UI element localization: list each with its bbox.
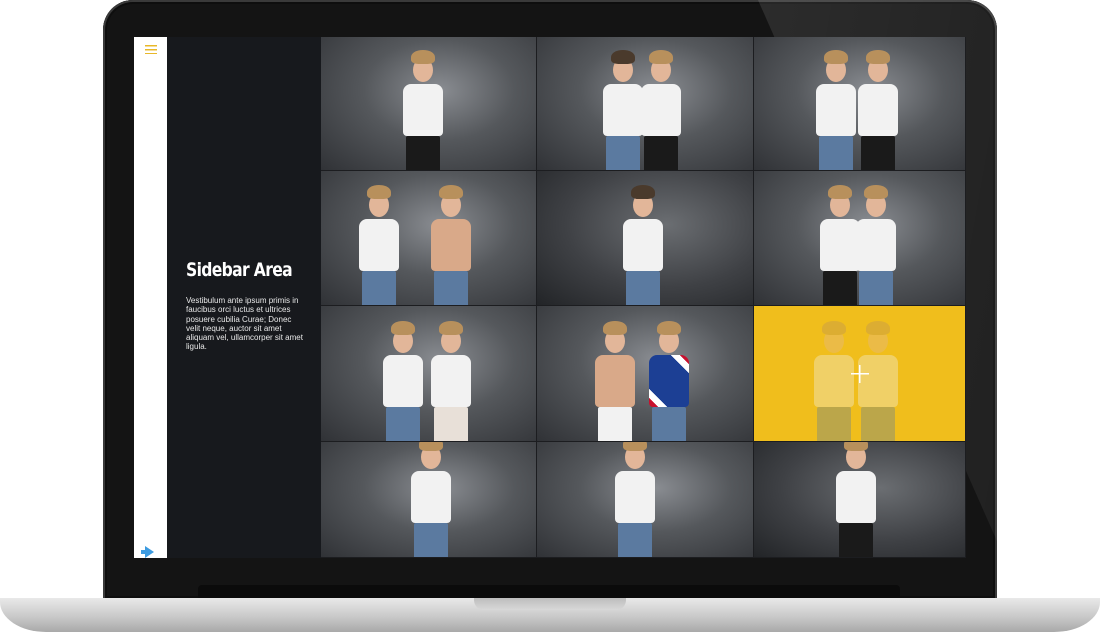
model-photo [603,50,643,170]
menu-strip [134,37,167,558]
model-photo [816,50,856,170]
gallery-tile[interactable] [754,37,966,171]
model-photo [431,321,471,441]
model-photo [359,185,399,305]
laptop-hinge [198,585,900,599]
gallery-tile[interactable] [754,171,966,306]
gallery-tile[interactable] [321,37,537,171]
model-photo [615,442,655,557]
model-photo [383,321,423,441]
laptop-notch [474,598,626,610]
model-photo [403,50,443,170]
model-photo [814,321,854,441]
gallery-tile[interactable] [321,171,537,306]
gallery-tile[interactable] [321,306,537,442]
model-photo [595,321,635,441]
plus-icon[interactable] [850,364,869,383]
hamburger-icon[interactable] [145,45,157,54]
arrow-right-icon[interactable] [141,546,154,558]
screen: Sidebar Area Vestibulum ante ipsum primi… [134,37,966,558]
model-photo [858,50,898,170]
model-photo [411,442,451,557]
gallery-tile[interactable] [537,171,754,306]
model-photo [649,321,689,441]
model-photo [641,50,681,170]
model-photo [836,442,876,557]
sidebar-title: Sidebar Area [186,259,293,281]
model-photo [623,185,663,305]
gallery-tile[interactable] [537,306,754,442]
photo-gallery [321,37,966,558]
model-photo [431,185,471,305]
gallery-tile[interactable] [537,442,754,558]
gallery-tile[interactable] [321,442,537,558]
gallery-tile-hover[interactable] [754,306,966,442]
model-photo [856,185,896,305]
sidebar: Sidebar Area Vestibulum ante ipsum primi… [167,37,321,558]
gallery-tile[interactable] [754,442,966,558]
model-photo [820,185,860,305]
model-photo [858,321,898,441]
gallery-tile[interactable] [537,37,754,171]
sidebar-text: Vestibulum ante ipsum primis in faucibus… [186,296,303,352]
